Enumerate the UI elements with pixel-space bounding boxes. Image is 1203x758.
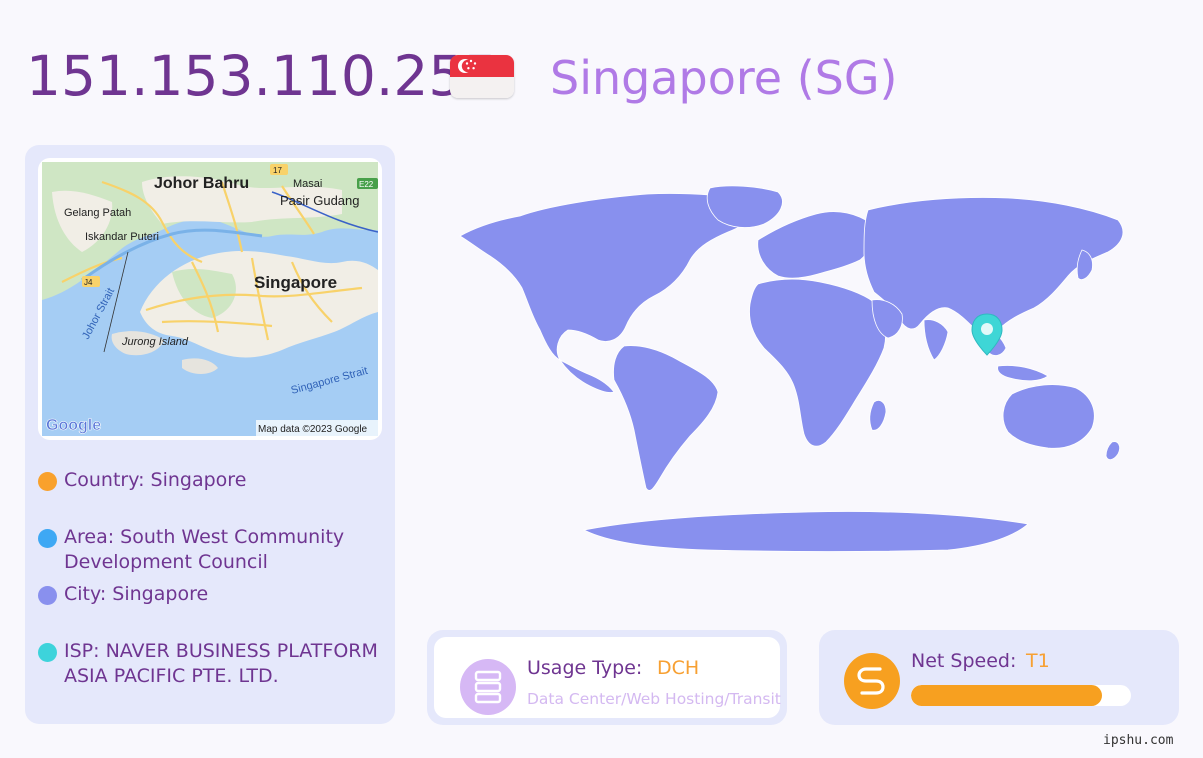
map-label-johor-bahru: Johor Bahru xyxy=(154,175,249,192)
usage-type-label: Usage Type: xyxy=(527,657,643,679)
speed-icon xyxy=(844,653,900,709)
country-dot-icon xyxy=(38,472,57,491)
usage-type-description: Data Center/Web Hosting/Transit xyxy=(527,690,781,708)
map-image: Johor Bahru Masai Pasir Gudang Gelang Pa… xyxy=(42,162,378,436)
world-map xyxy=(459,185,1124,552)
singapore-flag-icon xyxy=(450,55,514,98)
usage-type-value: DCH xyxy=(657,657,700,679)
svg-text:J4: J4 xyxy=(84,278,93,287)
net-speed-bar-fill xyxy=(911,685,1103,706)
map-label-singapore: Singapore xyxy=(254,273,337,292)
net-speed-bar xyxy=(911,685,1131,706)
map-label-pasir-gudang: Pasir Gudang xyxy=(280,193,360,208)
net-speed-label: Net Speed: xyxy=(911,650,1017,672)
usage-type-card: Usage Type: DCH Data Center/Web Hosting/… xyxy=(427,630,787,725)
area-dot-icon xyxy=(38,529,57,548)
svg-text:E22: E22 xyxy=(359,180,374,189)
watermark: ipshu.com xyxy=(1103,733,1174,748)
isp-dot-icon xyxy=(38,643,57,662)
net-speed-value: T1 xyxy=(1026,650,1050,672)
map-label-iskandar-puteri: Iskandar Puteri xyxy=(85,231,159,243)
location-map[interactable]: Johor Bahru Masai Pasir Gudang Gelang Pa… xyxy=(38,158,382,440)
map-label-masai: Masai xyxy=(293,178,322,190)
svg-text:17: 17 xyxy=(273,166,282,175)
google-logo: Google xyxy=(46,417,101,434)
ip-address-title: 151.153.110.255 xyxy=(26,44,499,108)
map-label-jurong-island: Jurong Island xyxy=(121,336,189,348)
server-icon xyxy=(460,659,516,715)
map-label-gelang-patah: Gelang Patah xyxy=(64,207,131,219)
net-speed-card: Net Speed: T1 xyxy=(819,630,1179,725)
country-title: Singapore (SG) xyxy=(550,51,898,105)
city-dot-icon xyxy=(38,586,57,605)
map-attribution: Map data ©2023 Google xyxy=(258,424,368,435)
location-info-card: Johor Bahru Masai Pasir Gudang Gelang Pa… xyxy=(25,145,395,724)
